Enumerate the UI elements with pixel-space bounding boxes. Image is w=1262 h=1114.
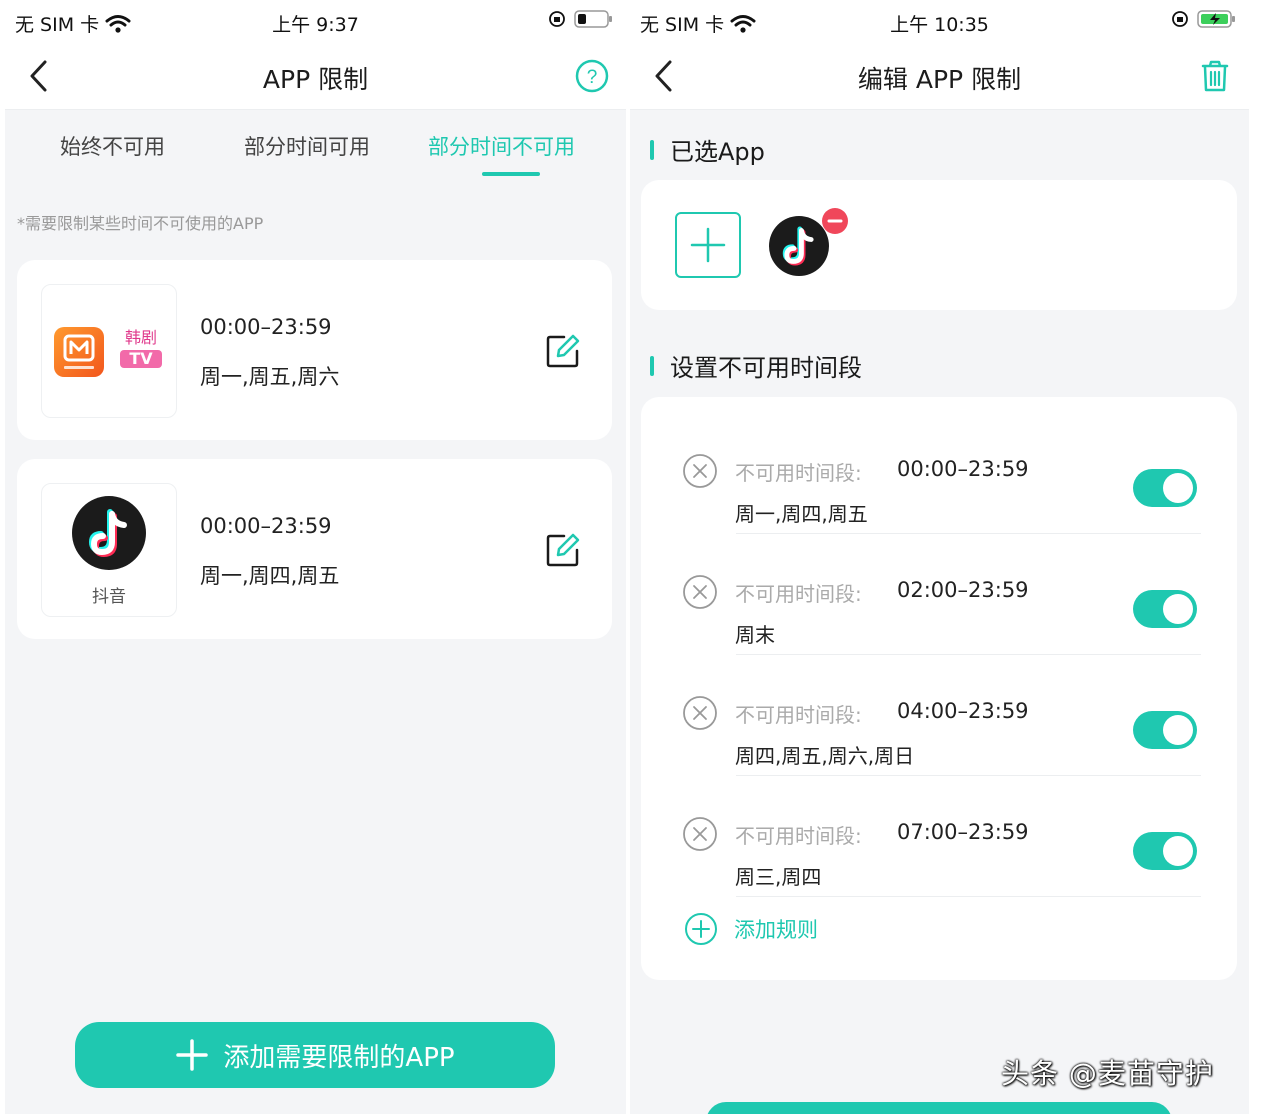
tab-bar: 始终不可用 部分时间可用 部分时间不可用	[5, 111, 626, 183]
add-app-button[interactable]	[675, 212, 741, 278]
hanju-tv-icon: 韩剧 TV	[118, 329, 164, 375]
svg-text:?: ?	[587, 67, 598, 88]
period-time: 04:00–23:59	[897, 699, 1029, 723]
edit-icon[interactable]	[544, 531, 582, 569]
right-screen: 无 SIM 卡 上午 10:35 编辑 APP 限制 已选App 设置不可用时间…	[630, 0, 1249, 1114]
period-row[interactable]: 不可用时间段: 00:00–23:59 周一,周四,周五	[641, 413, 1237, 534]
tiktok-icon	[72, 496, 146, 570]
remove-period-icon[interactable]	[682, 574, 718, 610]
tiktok-icon[interactable]	[769, 216, 829, 276]
toggle-knob	[1163, 594, 1193, 624]
app-icons-box: 韩剧 TV	[41, 284, 177, 418]
hanju-tv-logo-bottom: TV	[120, 350, 162, 368]
selected-apps-title: 已选App	[650, 132, 765, 167]
orientation-lock-icon	[549, 11, 565, 27]
page-title: APP 限制	[262, 65, 369, 94]
help-icon[interactable]: ?	[574, 58, 610, 94]
battery-icon	[574, 10, 612, 28]
period-label: 不可用时间段:	[735, 461, 862, 485]
app-icons-box: 抖音	[41, 483, 177, 617]
trash-icon[interactable]	[1197, 58, 1233, 94]
status-bar: 无 SIM 卡 上午 10:35	[630, 0, 1249, 42]
nav-bar: 编辑 APP 限制	[630, 42, 1249, 110]
period-toggle[interactable]	[1133, 711, 1197, 749]
selected-apps-card	[641, 180, 1237, 310]
mango-tv-icon	[54, 327, 104, 377]
hanju-tv-logo-top: 韩剧	[124, 328, 157, 347]
orientation-lock-icon	[1172, 11, 1188, 27]
periods-card: 不可用时间段: 00:00–23:59 周一,周四,周五 不可用时间段: 02:…	[641, 397, 1237, 980]
rule-days: 周一,周五,周六	[200, 365, 340, 389]
page-title: 编辑 APP 限制	[857, 65, 1022, 94]
status-time: 上午 10:35	[890, 14, 989, 36]
section-marker	[650, 355, 654, 376]
rule-card[interactable]: 韩剧 TV 00:00–23:59 周一,周五,周六	[17, 260, 612, 440]
period-days: 周三,周四	[735, 865, 822, 889]
plus-icon	[176, 1039, 209, 1071]
period-label: 不可用时间段:	[735, 824, 862, 848]
add-restricted-app-button[interactable]: 添加需要限制的APP	[75, 1022, 555, 1088]
period-days: 周末	[735, 623, 775, 647]
remove-app-icon[interactable]	[822, 208, 848, 234]
add-rule-button[interactable]: 添加规则	[684, 912, 818, 946]
status-bar: 无 SIM 卡 上午 9:37	[5, 0, 626, 42]
period-label: 不可用时间段:	[735, 582, 862, 606]
app-name: 抖音	[92, 587, 126, 607]
remove-period-icon[interactable]	[682, 453, 718, 489]
rule-card[interactable]: 抖音 00:00–23:59 周一,周四,周五	[17, 459, 612, 639]
period-time: 07:00–23:59	[897, 820, 1029, 844]
toggle-knob	[1163, 715, 1193, 745]
period-time: 02:00–23:59	[897, 578, 1029, 602]
periods-title: 设置不可用时间段	[650, 348, 862, 383]
watermark: 头条 @麦苗守护	[1001, 1057, 1214, 1090]
rule-days: 周一,周四,周五	[200, 564, 340, 588]
edit-icon[interactable]	[544, 332, 582, 370]
add-circle-icon	[685, 913, 717, 945]
rule-time: 00:00–23:59	[200, 514, 332, 538]
period-toggle[interactable]	[1133, 832, 1197, 870]
remove-period-icon[interactable]	[682, 816, 718, 852]
hint-text: *需要限制某些时间不可使用的APP	[17, 214, 264, 233]
period-days: 周四,周五,周六,周日	[735, 744, 915, 768]
toggle-knob	[1163, 836, 1193, 866]
period-days: 周一,周四,周五	[735, 502, 868, 526]
period-time: 00:00–23:59	[897, 457, 1029, 481]
period-row[interactable]: 不可用时间段: 04:00–23:59 周四,周五,周六,周日	[641, 655, 1237, 776]
tab-partially-unavailable[interactable]: 部分时间不可用	[428, 131, 575, 161]
section-marker	[650, 139, 654, 160]
divider	[736, 896, 1201, 897]
add-rule-label: 添加规则	[734, 918, 818, 942]
selected-apps-label: 已选App	[670, 138, 765, 166]
toggle-knob	[1163, 473, 1193, 503]
period-row[interactable]: 不可用时间段: 02:00–23:59 周末	[641, 534, 1237, 655]
rule-time: 00:00–23:59	[200, 315, 332, 339]
add-restricted-app-label: 添加需要限制的APP	[223, 1042, 455, 1073]
period-row[interactable]: 不可用时间段: 07:00–23:59 周三,周四	[641, 776, 1237, 897]
remove-period-icon[interactable]	[682, 695, 718, 731]
battery-charging-icon	[1197, 10, 1235, 28]
tab-partially-available[interactable]: 部分时间可用	[244, 131, 370, 161]
period-label: 不可用时间段:	[735, 703, 862, 727]
left-screen: 无 SIM 卡 上午 9:37 APP 限制 ? 始终不可用 部分时间可用 部分…	[5, 0, 626, 1114]
periods-label: 设置不可用时间段	[670, 354, 862, 382]
save-button[interactable]	[706, 1102, 1172, 1114]
status-time: 上午 9:37	[272, 14, 359, 36]
active-tab-indicator	[482, 172, 540, 176]
nav-bar: APP 限制 ?	[5, 42, 626, 110]
tab-always-unavailable[interactable]: 始终不可用	[60, 131, 165, 161]
period-toggle[interactable]	[1133, 590, 1197, 628]
period-toggle[interactable]	[1133, 469, 1197, 507]
plus-icon	[690, 227, 726, 263]
